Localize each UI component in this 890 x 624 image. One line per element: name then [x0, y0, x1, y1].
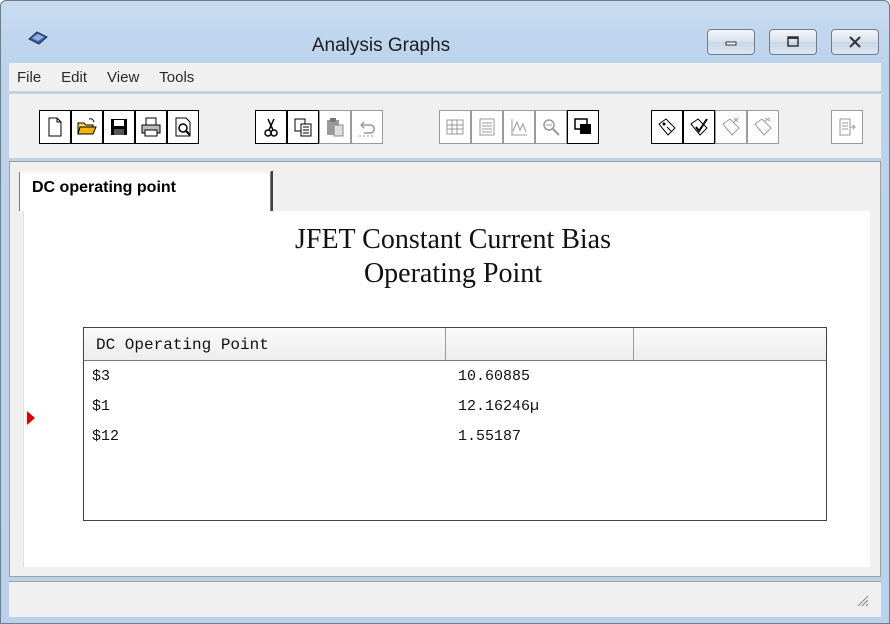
grid-icon [446, 119, 464, 135]
cut-icon [264, 118, 278, 137]
check-tag-icon [690, 118, 708, 136]
row-name: $1 [92, 398, 111, 415]
menu-bar: File Edit View Tools [9, 63, 881, 91]
column-header-value[interactable] [446, 328, 634, 360]
table-row[interactable]: $3 10.60885 [84, 368, 826, 394]
toolbar [9, 93, 881, 158]
window-button[interactable] [567, 110, 599, 144]
save-button[interactable] [103, 110, 135, 144]
zoom-button[interactable] [535, 110, 567, 144]
row-value: 10.60885 [458, 368, 531, 385]
tag-button[interactable] [651, 110, 683, 144]
minimize-icon [725, 41, 737, 46]
tag-remove-icon [754, 117, 772, 136]
chart-icon [511, 119, 527, 136]
chart-title-line2: Operating Point [363, 258, 543, 289]
check-tag-button[interactable] [683, 110, 715, 144]
status-bar [9, 581, 881, 617]
title-bar[interactable]: Analysis Graphs [1, 1, 889, 59]
menu-file[interactable]: File [9, 69, 51, 86]
minimize-button[interactable] [707, 29, 755, 55]
zoom-icon [543, 119, 560, 136]
list-button[interactable] [471, 110, 503, 144]
tag-remove-button[interactable] [747, 110, 779, 144]
save-icon [111, 119, 127, 135]
close-button[interactable] [831, 29, 879, 55]
close-icon [849, 36, 861, 48]
tag-add-button[interactable] [715, 110, 747, 144]
window-icon [574, 118, 591, 134]
print-icon [141, 117, 161, 137]
grid-button[interactable] [439, 110, 471, 144]
row-name: $3 [92, 368, 111, 385]
column-header-extra[interactable] [634, 328, 826, 360]
maximize-button[interactable] [769, 29, 817, 55]
row-marker-icon [27, 411, 35, 425]
undo-button[interactable] [351, 110, 383, 144]
export-button[interactable] [831, 110, 863, 144]
tag-add-icon [722, 117, 740, 136]
export-icon [839, 118, 856, 136]
operating-point-table: DC Operating Point $3 10.60885 $1 12.162… [83, 327, 827, 521]
undo-icon [359, 121, 375, 137]
maximize-icon [787, 36, 799, 47]
menu-edit[interactable]: Edit [51, 69, 97, 86]
tag-icon [658, 118, 676, 136]
column-header-name[interactable]: DC Operating Point [84, 328, 446, 360]
resize-grip-icon[interactable] [855, 593, 869, 607]
table-row[interactable]: $12 1.55187 [84, 428, 826, 454]
copy-icon [294, 118, 312, 137]
table-header: DC Operating Point [84, 328, 826, 361]
paste-icon [327, 118, 344, 137]
print-preview-icon [175, 117, 191, 137]
print-preview-button[interactable] [167, 110, 199, 144]
cut-button[interactable] [255, 110, 287, 144]
paste-button[interactable] [319, 110, 351, 144]
open-button[interactable] [71, 110, 103, 144]
tab-dc-operating-point[interactable]: DC operating point [19, 171, 271, 211]
app-window: Analysis Graphs File Edit View Tools DC … [0, 0, 890, 624]
new-button[interactable] [39, 110, 71, 144]
chart-title: JFET Constant Current Bias Operating Poi… [23, 223, 883, 291]
chart-button[interactable] [503, 110, 535, 144]
row-name: $12 [92, 428, 120, 445]
new-icon [48, 117, 62, 137]
print-button[interactable] [135, 110, 167, 144]
list-icon [479, 118, 495, 136]
copy-button[interactable] [287, 110, 319, 144]
menu-view[interactable]: View [97, 69, 149, 86]
row-value: 1.55187 [458, 428, 522, 445]
window-title: Analysis Graphs [311, 35, 451, 56]
table-row[interactable]: $1 12.16246µ [84, 398, 826, 424]
row-value: 12.16246µ [458, 398, 540, 415]
open-icon [77, 118, 97, 135]
menu-tools[interactable]: Tools [149, 69, 204, 86]
chart-title-line1: JFET Constant Current Bias [294, 224, 612, 255]
